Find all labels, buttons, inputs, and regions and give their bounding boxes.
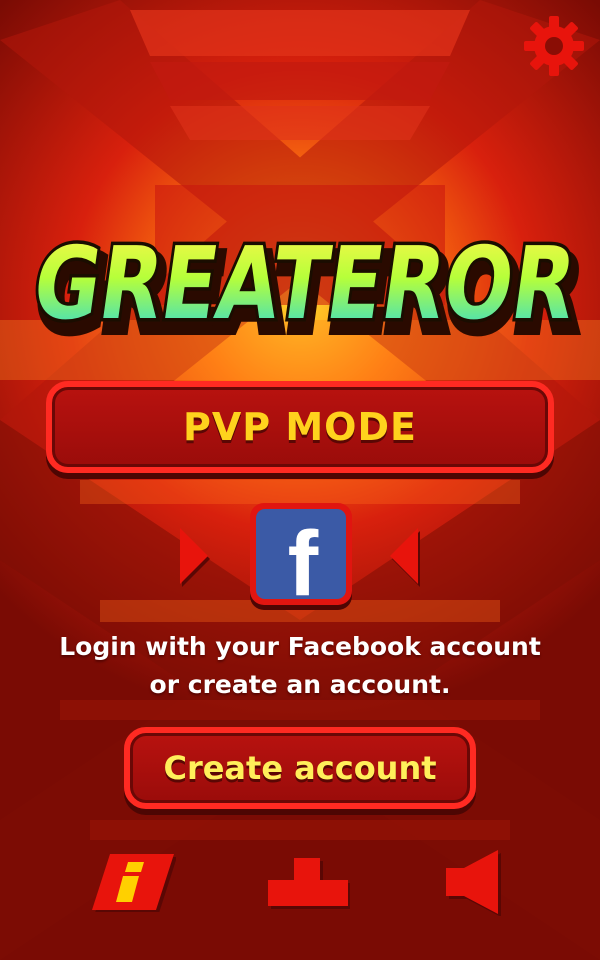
game-logo: GREATEROR GREATEROR (23, 222, 594, 359)
sound-speaker-icon[interactable] (444, 848, 506, 916)
svg-text:f: f (288, 513, 319, 599)
login-instructions: Login with your Facebook account or crea… (0, 628, 600, 704)
game-title: GREATEROR (27, 225, 583, 341)
pvp-mode-label: PVP MODE (183, 405, 417, 449)
login-instructions-line1: Login with your Facebook account (59, 632, 541, 661)
create-account-label: Create account (163, 749, 437, 787)
facebook-icon: f (288, 513, 319, 599)
login-instructions-line2: or create an account. (149, 670, 451, 699)
settings-gear-icon[interactable] (522, 14, 586, 78)
facebook-login-button[interactable]: f (250, 503, 352, 605)
pvp-mode-button[interactable]: PVP MODE (46, 381, 554, 473)
leaderboard-podium-icon[interactable] (266, 856, 350, 910)
triangle-right-icon[interactable] (176, 522, 210, 590)
info-icon[interactable] (90, 850, 176, 912)
create-account-button[interactable]: Create account (124, 727, 476, 809)
background (0, 0, 600, 960)
triangle-left-icon[interactable] (388, 522, 422, 590)
